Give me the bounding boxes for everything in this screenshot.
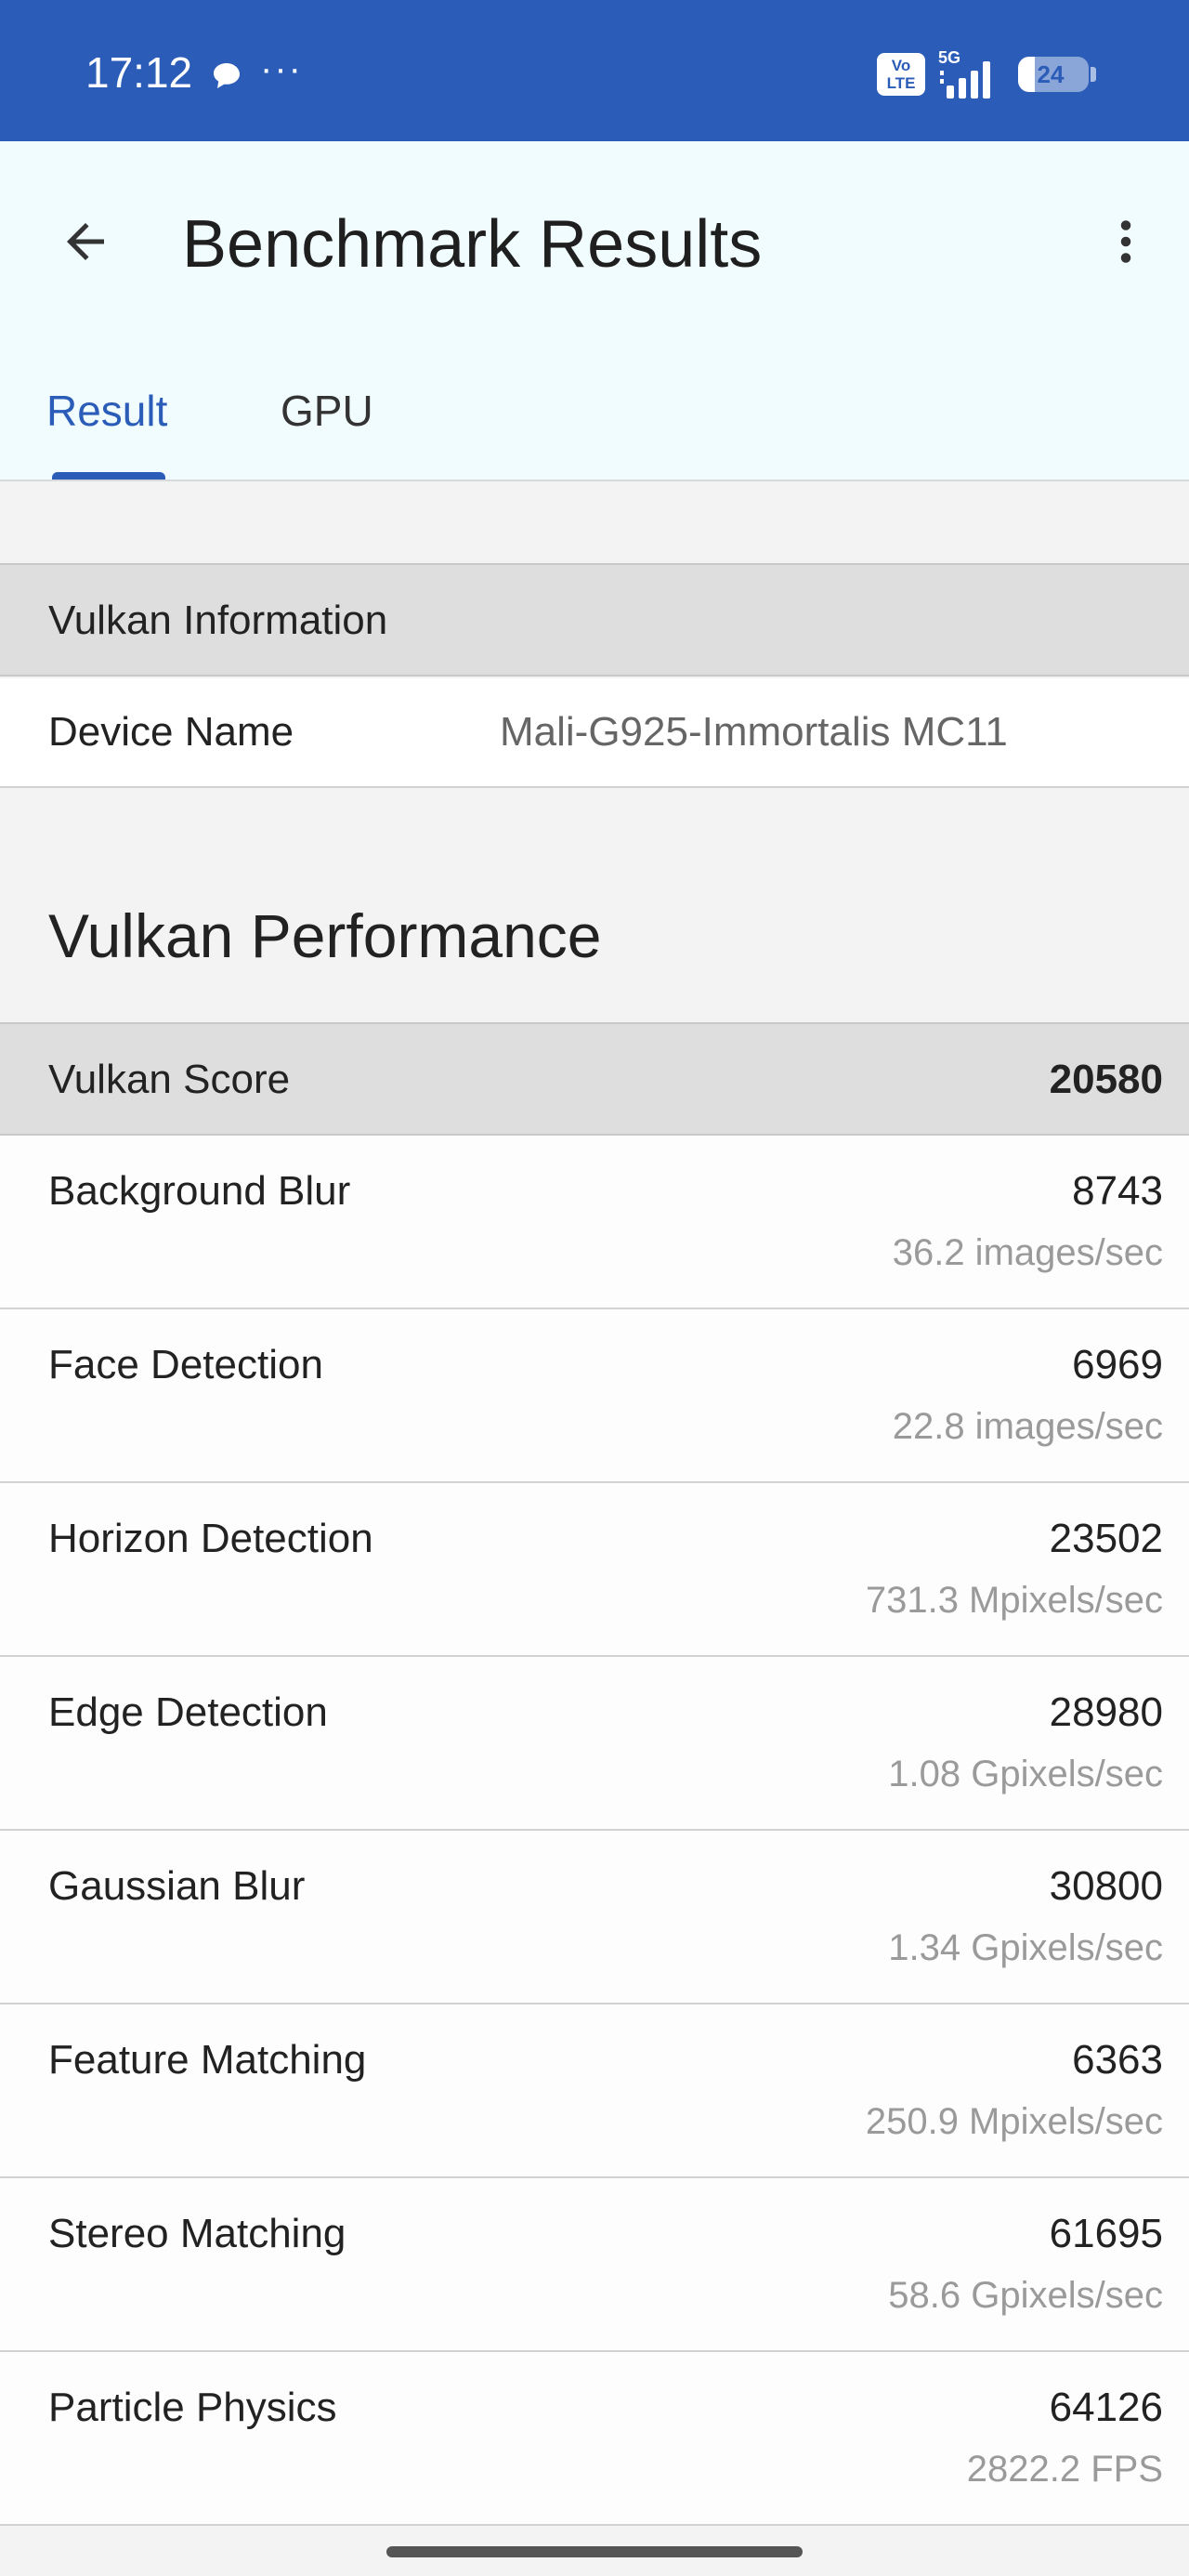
- home-indicator[interactable]: [386, 2546, 803, 2557]
- result-row: Gaussian Blur 30800 1.34 Gpixels/sec: [0, 1831, 1189, 2004]
- result-row: Background Blur 8743 36.2 images/sec: [0, 1136, 1189, 1309]
- tab-gpu[interactable]: GPU: [281, 383, 373, 439]
- result-score: 64126: [1049, 2385, 1163, 2430]
- page-title: Benchmark Results: [182, 207, 763, 282]
- screen: 17:12 ··· Vo LTE 5G 24 Benchmark Results…: [0, 0, 1189, 2576]
- result-rate: 58.6 Gpixels/sec: [888, 2275, 1163, 2316]
- vulkan-score-value: 20580: [1049, 1057, 1163, 1102]
- tab-selected-indicator: [52, 472, 165, 480]
- battery-icon: 24: [1018, 57, 1089, 92]
- result-rate: 250.9 Mpixels/sec: [865, 2101, 1163, 2142]
- result-name: Face Detection: [48, 1342, 323, 1387]
- result-rate: 2822.2 FPS: [966, 2449, 1163, 2490]
- battery-tip: [1091, 67, 1096, 82]
- volte-icon: Vo LTE: [877, 53, 925, 96]
- more-options-button[interactable]: [1089, 204, 1163, 279]
- result-score: 30800: [1049, 1863, 1163, 1909]
- result-score: 6969: [1072, 1342, 1163, 1387]
- result-score: 6363: [1072, 2037, 1163, 2083]
- result-row: Face Detection 6969 22.8 images/sec: [0, 1309, 1189, 1483]
- result-name: Edge Detection: [48, 1689, 328, 1735]
- vulkan-performance-title: Vulkan Performance: [48, 901, 602, 970]
- more-vert-icon: [1120, 220, 1131, 263]
- result-score: 61695: [1049, 2211, 1163, 2256]
- back-button[interactable]: [48, 204, 123, 279]
- status-icons: Vo LTE 5G 24: [877, 48, 1096, 100]
- device-name-label: Device Name: [48, 709, 294, 755]
- app-bar: Benchmark Results: [0, 141, 1189, 336]
- result-name: Feature Matching: [48, 2037, 367, 2083]
- result-row: Feature Matching 6363 250.9 Mpixels/sec: [0, 2004, 1189, 2178]
- chat-bubble-icon: [214, 63, 240, 88]
- signal-icon: 5G: [938, 48, 1005, 100]
- result-row: Particle Physics 64126 2822.2 FPS: [0, 2352, 1189, 2526]
- status-bar: 17:12 ··· Vo LTE 5G 24: [0, 0, 1189, 141]
- results-list: Background Blur 8743 36.2 images/sec Fac…: [0, 1136, 1189, 2526]
- result-name: Stereo Matching: [48, 2211, 346, 2256]
- arrow-left-icon: [67, 223, 104, 260]
- tab-bar: Result GPU: [0, 336, 1189, 481]
- result-name: Gaussian Blur: [48, 1863, 306, 1909]
- result-row: Horizon Detection 23502 731.3 Mpixels/se…: [0, 1483, 1189, 1657]
- battery-level: 24: [1037, 60, 1065, 88]
- vulkan-information-label: Vulkan Information: [48, 598, 388, 643]
- device-name-value: Mali-G925-Immortalis MC11: [500, 709, 1008, 755]
- result-name: Horizon Detection: [48, 1516, 373, 1561]
- result-rate: 22.8 images/sec: [892, 1406, 1163, 1447]
- more-notifications-icon: ···: [260, 48, 303, 89]
- result-name: Background Blur: [48, 1168, 351, 1214]
- result-row: Stereo Matching 61695 58.6 Gpixels/sec: [0, 2178, 1189, 2352]
- tab-result[interactable]: Result: [46, 383, 167, 439]
- vulkan-score-label: Vulkan Score: [48, 1057, 291, 1102]
- volte-line2: LTE: [886, 74, 916, 92]
- device-name-row: Device Name Mali-G925-Immortalis MC11: [0, 678, 1189, 788]
- section-spacer: [0, 481, 1189, 561]
- result-rate: 731.3 Mpixels/sec: [865, 1580, 1163, 1621]
- result-score: 8743: [1072, 1168, 1163, 1214]
- result-rate: 36.2 images/sec: [892, 1232, 1163, 1273]
- vulkan-information-header: Vulkan Information: [0, 563, 1189, 677]
- result-score: 28980: [1049, 1689, 1163, 1735]
- vulkan-score-row: Vulkan Score 20580: [0, 1022, 1189, 1136]
- result-rate: 1.08 Gpixels/sec: [888, 1754, 1163, 1794]
- result-rate: 1.34 Gpixels/sec: [888, 1927, 1163, 1968]
- volte-line1: Vo: [891, 57, 911, 74]
- result-name: Particle Physics: [48, 2385, 337, 2430]
- result-row: Edge Detection 28980 1.08 Gpixels/sec: [0, 1657, 1189, 1831]
- result-score: 23502: [1049, 1516, 1163, 1561]
- status-time: 17:12: [85, 48, 193, 97]
